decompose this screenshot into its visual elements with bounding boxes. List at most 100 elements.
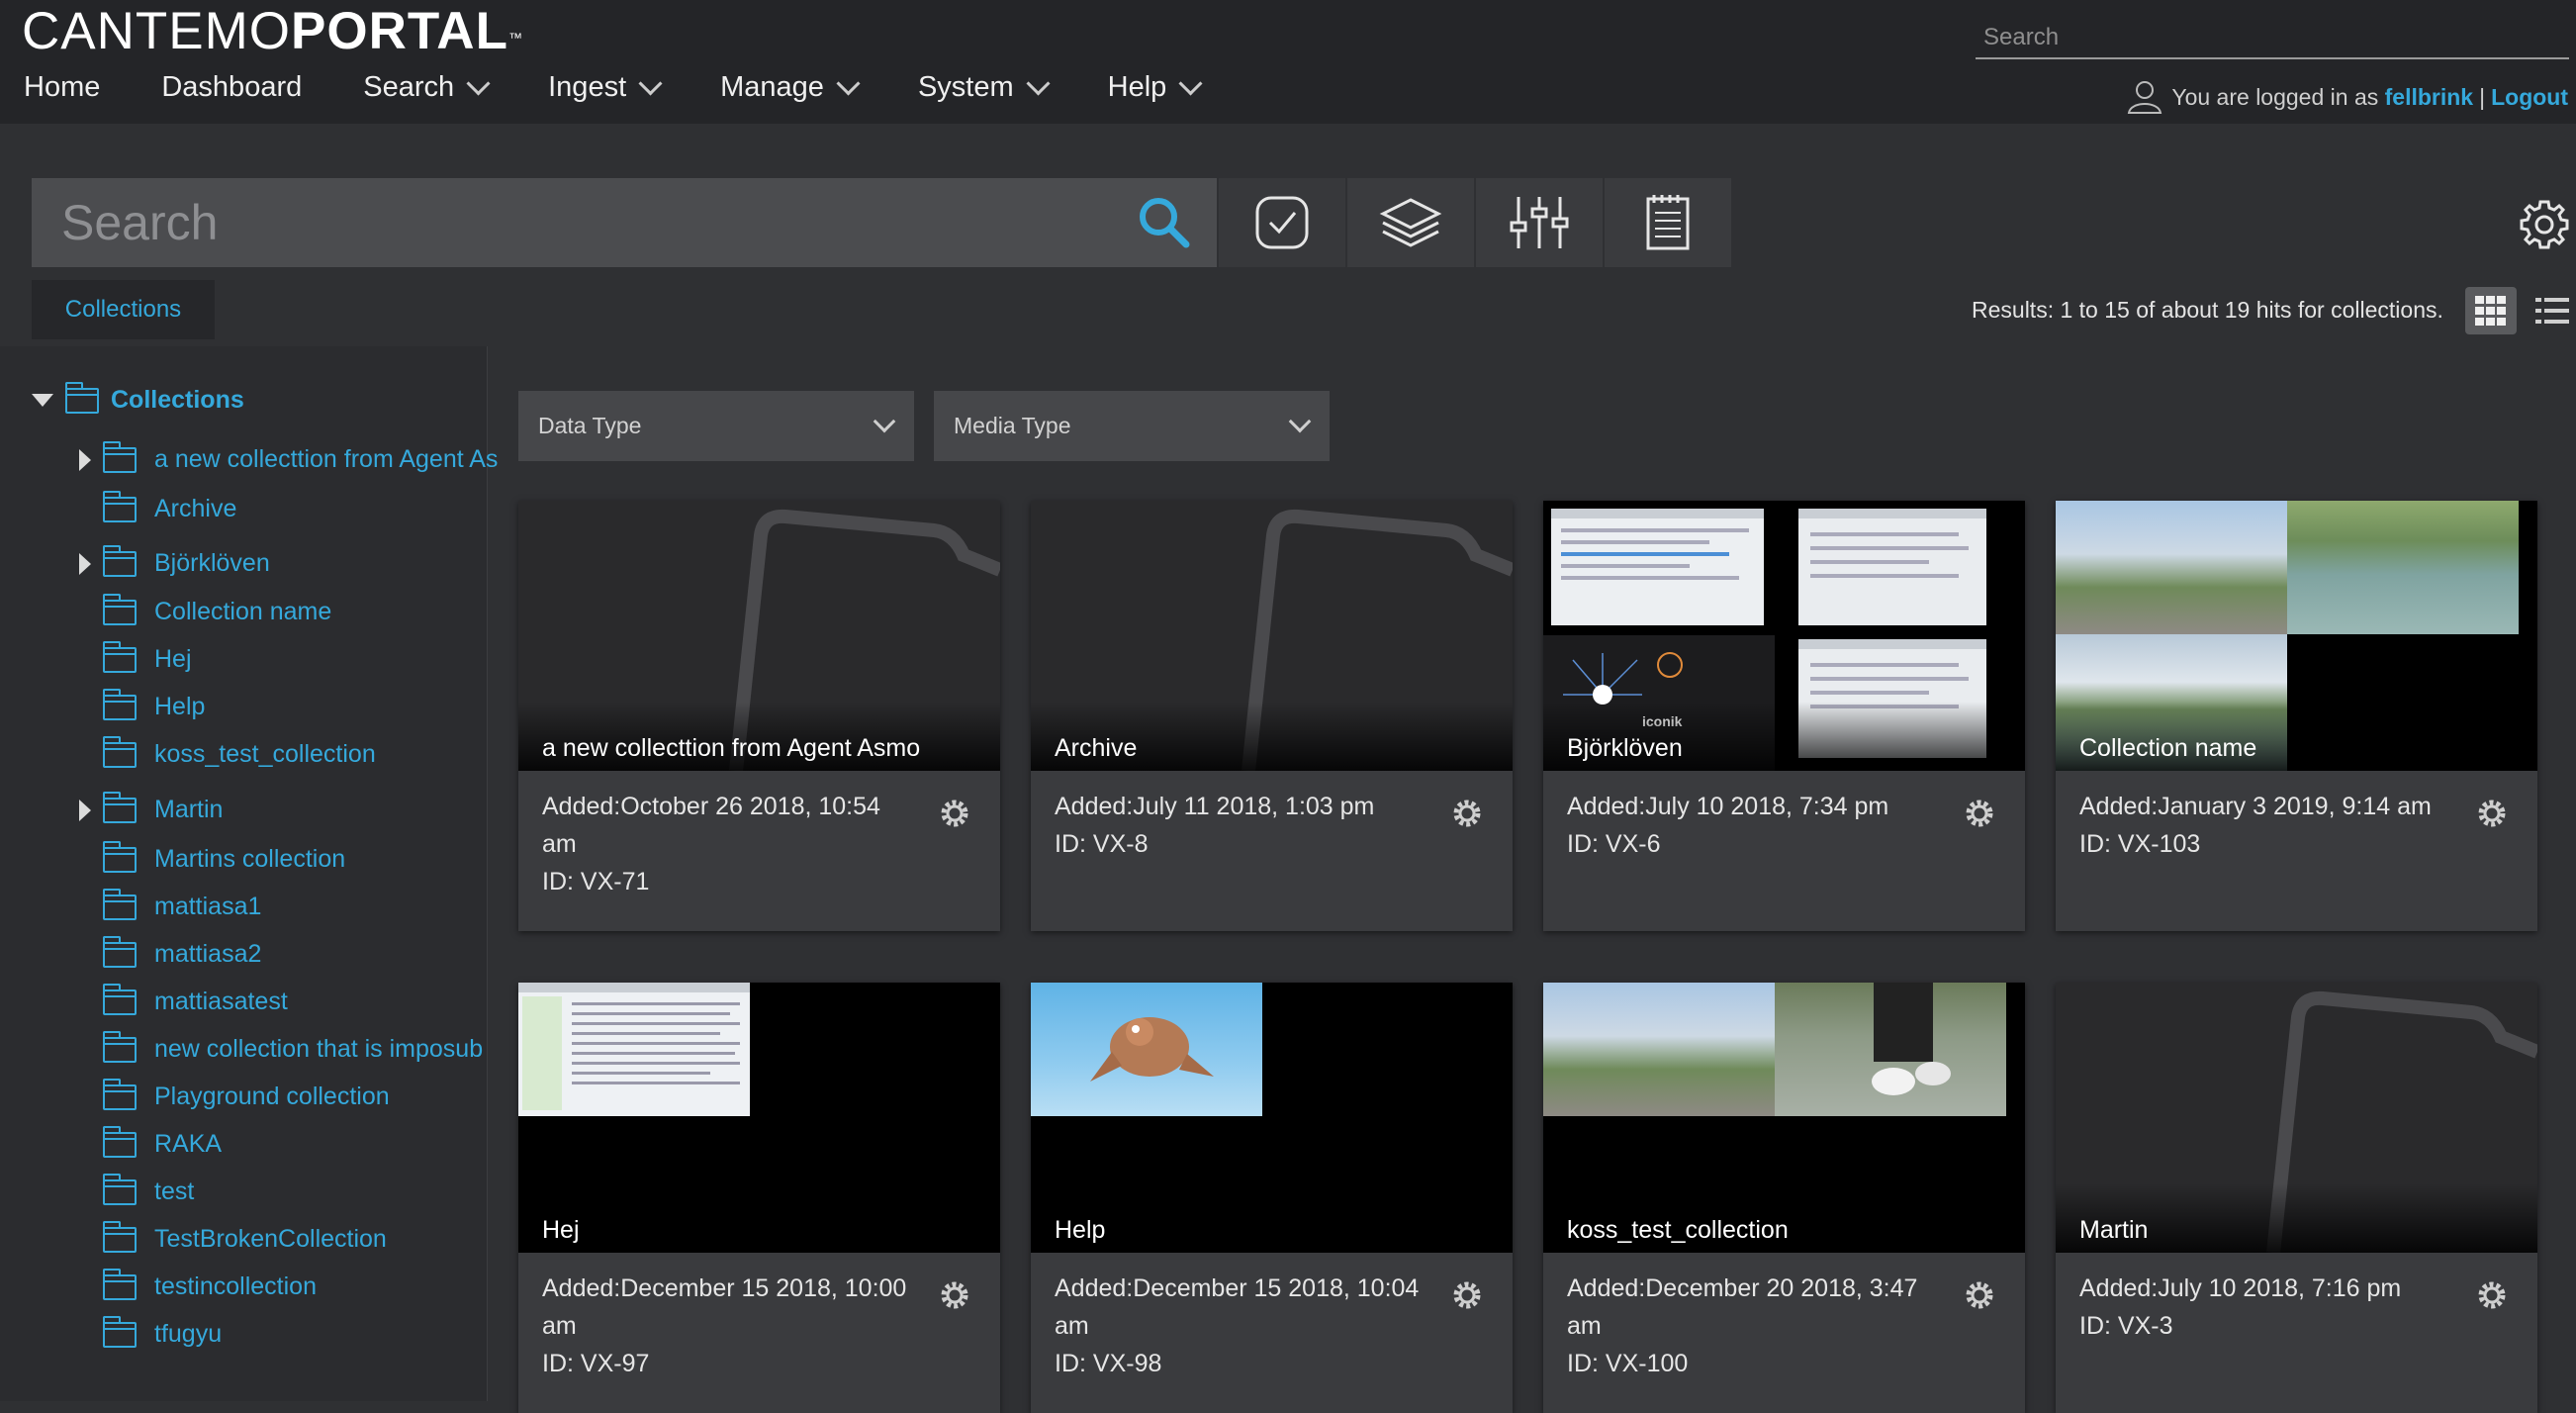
nav-home[interactable]: Home <box>24 71 100 104</box>
list-view-button[interactable] <box>2532 290 2572 331</box>
expand-caret-icon[interactable] <box>79 449 91 471</box>
folder-icon <box>103 983 137 1015</box>
nav-system[interactable]: System <box>918 71 1051 104</box>
card-thumbnail: Hej <box>518 983 1000 1253</box>
gear-icon[interactable] <box>1964 798 1995 829</box>
search-button[interactable] <box>1112 178 1217 267</box>
card-id: ID: VX-71 <box>542 868 650 895</box>
tree-item-label: Collection name <box>154 598 332 625</box>
nav-ingest[interactable]: Ingest <box>548 71 663 104</box>
media-type-dropdown[interactable]: Media Type <box>934 391 1330 461</box>
expand-caret-icon[interactable] <box>79 553 91 575</box>
tree-item[interactable]: Martin <box>103 791 224 824</box>
gear-icon[interactable] <box>939 1279 970 1311</box>
card-meta: Added:January 3 2019, 9:14 am ID: VX-103 <box>2079 788 2455 863</box>
caret-down-icon[interactable] <box>32 394 53 407</box>
collection-card[interactable]: Collection name Added:January 3 2019, 9:… <box>2056 501 2537 931</box>
top-search-input[interactable] <box>1976 14 2565 61</box>
gear-icon[interactable] <box>2476 798 2508 829</box>
user-separator: | <box>2479 83 2486 110</box>
chevron-down-icon <box>638 71 663 96</box>
tree-item-label: Martin <box>154 796 224 823</box>
gear-icon[interactable] <box>2476 1279 2508 1311</box>
collections-tab[interactable]: Collections <box>32 280 215 339</box>
sliders-icon <box>1510 197 1569 248</box>
nav-search[interactable]: Search <box>363 71 491 104</box>
main-search-bar <box>32 178 1217 267</box>
tree-item[interactable]: mattiasa2 <box>103 935 261 969</box>
notepad-icon <box>1646 195 1690 250</box>
folder-icon <box>103 490 137 522</box>
collection-card[interactable]: koss_test_collection Added:December 20 2… <box>1543 983 2025 1413</box>
layers-icon <box>1379 198 1442 247</box>
gear-icon[interactable] <box>939 798 970 829</box>
tree-item[interactable]: TestBrokenCollection <box>103 1220 387 1254</box>
tree-item[interactable]: Hej <box>103 640 192 674</box>
tree-item[interactable]: koss_test_collection <box>103 735 376 769</box>
gear-icon[interactable] <box>1964 1279 1995 1311</box>
collection-card[interactable]: a new collecttion from Agent Asmo Added:… <box>518 501 1000 931</box>
tree-item-label: Björklöven <box>154 549 270 577</box>
card-title: koss_test_collection <box>1567 1216 1789 1244</box>
layers-button[interactable] <box>1347 178 1474 267</box>
folder-icon <box>103 544 137 577</box>
chevron-down-icon <box>836 71 861 96</box>
collection-card[interactable]: Help Added:December 15 2018, 10:04 am ID:… <box>1031 983 1513 1413</box>
tree-item[interactable]: Archive <box>103 490 236 523</box>
collection-card[interactable]: Hej Added:December 15 2018, 10:00 am ID: … <box>518 983 1000 1413</box>
nav-dashboard[interactable]: Dashboard <box>161 71 302 104</box>
nav-help-label: Help <box>1107 71 1167 103</box>
tree-item[interactable]: mattiasatest <box>103 983 288 1016</box>
username-link[interactable]: fellbrink <box>2385 84 2473 111</box>
card-meta: Added:December 20 2018, 3:47 am ID: VX-10… <box>1567 1270 1943 1382</box>
settings-gear-button[interactable] <box>2518 198 2571 251</box>
nav-manage[interactable]: Manage <box>720 71 861 104</box>
tree-item[interactable]: Martins collection <box>103 840 346 874</box>
main-search-input[interactable] <box>59 190 1151 255</box>
tree-item[interactable]: RAKA <box>103 1125 222 1159</box>
tree-item[interactable]: testincollection <box>103 1268 317 1301</box>
chevron-down-icon <box>1178 71 1203 96</box>
collection-card[interactable]: Martin Added:July 10 2018, 7:16 pm ID: VX… <box>2056 983 2537 1413</box>
card-added: Added:December 15 2018, 10:00 am <box>542 1274 907 1340</box>
top-header: CANTEMOPORTAL™ Home Dashboard Search Ing… <box>0 0 2576 124</box>
tree-item[interactable]: Help <box>103 688 205 721</box>
tree-root-collections[interactable]: Collections <box>32 381 244 415</box>
card-meta: Added:December 15 2018, 10:04 am ID: VX-9… <box>1055 1270 1430 1382</box>
card-meta: Added:July 11 2018, 1:03 pm ID: VX-8 <box>1055 788 1430 863</box>
card-id: ID: VX-103 <box>2079 830 2201 858</box>
folder-icon <box>103 1315 137 1348</box>
logout-link[interactable]: Logout <box>2491 84 2568 111</box>
folder-icon <box>65 381 99 414</box>
data-type-dropdown[interactable]: Data Type <box>518 391 914 461</box>
grid-view-button[interactable] <box>2465 287 2517 334</box>
filters-button[interactable] <box>1476 178 1603 267</box>
chevron-down-icon <box>873 410 896 433</box>
tree-item[interactable]: Björklöven <box>103 544 270 578</box>
folder-icon <box>103 791 137 823</box>
select-button[interactable] <box>1219 178 1345 267</box>
collection-card[interactable]: iconik Björklöven Added:July 10 2018, 7:… <box>1543 501 2025 931</box>
gear-icon[interactable] <box>1451 1279 1483 1311</box>
notes-button[interactable] <box>1605 178 1731 267</box>
tree-item[interactable]: Playground collection <box>103 1078 390 1111</box>
collection-card[interactable]: Archive Added:July 11 2018, 1:03 pm ID: V… <box>1031 501 1513 931</box>
gear-icon[interactable] <box>1451 798 1483 829</box>
tree-item[interactable]: test <box>103 1173 194 1206</box>
folder-icon <box>103 840 137 873</box>
cantemo-portal-logo[interactable]: CANTEMOPORTAL™ <box>22 2 523 61</box>
tree-item[interactable]: new collection that is imposub <box>103 1030 484 1064</box>
card-added: Added:December 15 2018, 10:04 am <box>1055 1274 1420 1340</box>
tree-item-label: new collection that is imposub <box>154 1035 484 1063</box>
expand-caret-icon[interactable] <box>79 800 91 821</box>
tree-item[interactable]: Collection name <box>103 593 332 626</box>
tree-item[interactable]: a new collecttion from Agent As <box>103 440 499 474</box>
card-title: Hej <box>542 1216 580 1244</box>
tree-item[interactable]: mattiasa1 <box>103 888 261 921</box>
tree-item[interactable]: tfugyu <box>103 1315 222 1349</box>
chevron-down-icon <box>1026 71 1051 96</box>
tree-item-label: a new collecttion from Agent As <box>154 445 499 473</box>
card-title: Collection name <box>2079 734 2257 762</box>
tree-item-label: Martins collection <box>154 845 346 873</box>
nav-help[interactable]: Help <box>1107 71 1203 104</box>
